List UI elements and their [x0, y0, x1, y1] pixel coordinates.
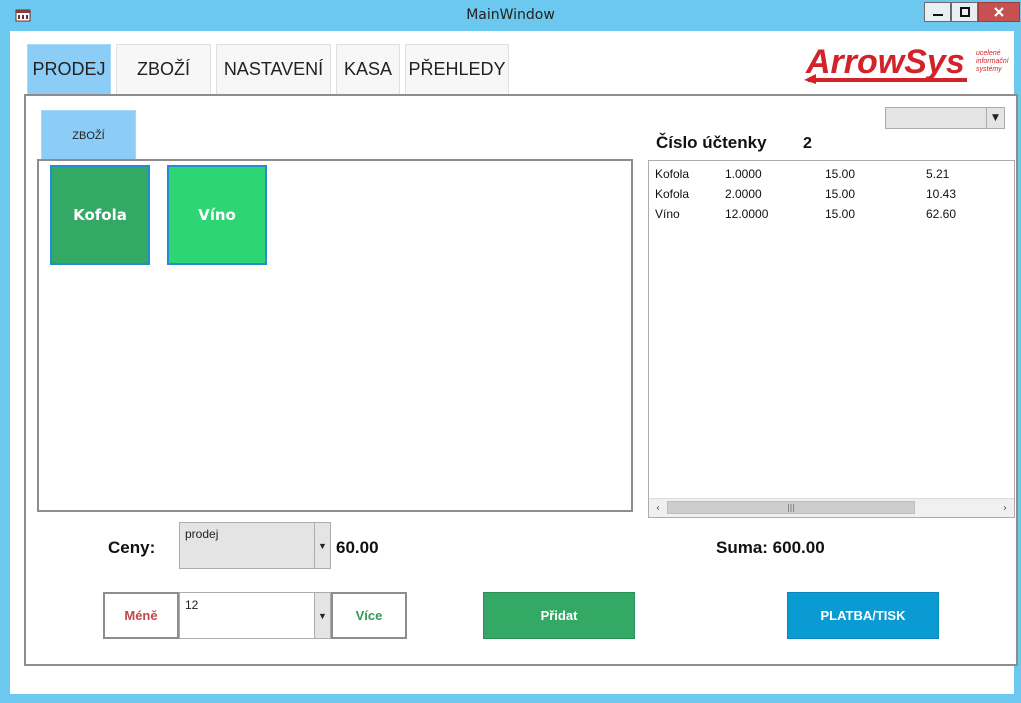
prices-label: Ceny: [108, 538, 156, 557]
receipt-list[interactable]: Kofola 1.0000 15.00 5.21 Kofola 2.0000 1… [648, 160, 1015, 518]
scroll-right-icon[interactable]: › [998, 501, 1012, 515]
app-icon[interactable] [15, 7, 31, 23]
price-type-select[interactable]: prodej ▼ [179, 522, 331, 569]
chevron-down-icon[interactable]: ▼ [314, 593, 330, 638]
chevron-down-icon[interactable]: ▼ [986, 108, 1004, 128]
scrollbar-thumb[interactable]: ||| [667, 501, 915, 514]
minimize-button[interactable] [924, 2, 951, 22]
quantity-select[interactable]: 12 ▼ [179, 592, 331, 639]
product-button-vino[interactable]: Víno [167, 165, 267, 265]
item-qty: 12.0000 [725, 207, 769, 221]
tab-prehledy[interactable]: PŘEHLEDY [405, 44, 509, 95]
item-name: Kofola [655, 167, 690, 181]
item-vat: 15.00 [825, 167, 856, 181]
item-vat: 15.00 [825, 187, 856, 201]
item-qty: 1.0000 [725, 167, 762, 181]
svg-text:ucelené: ucelené [976, 50, 1001, 57]
item-name: Víno [655, 207, 680, 221]
item-name: Kofola [655, 187, 690, 201]
price-value: 60.00 [336, 538, 379, 557]
window-title: MainWindow [466, 7, 555, 23]
close-icon [994, 7, 1004, 17]
receipt-number: 2 [803, 135, 812, 152]
quantity-value: 12 [185, 598, 199, 612]
add-button[interactable]: Přidat [483, 592, 635, 639]
svg-text:systémy: systémy [976, 66, 1002, 73]
receipt-select[interactable]: ▼ [885, 107, 1005, 129]
svg-text:informační: informační [976, 58, 1010, 65]
scroll-left-icon[interactable]: ‹ [651, 501, 665, 515]
more-button[interactable]: Více [331, 592, 407, 639]
item-price: 10.43 [926, 187, 957, 201]
close-button[interactable] [978, 2, 1020, 22]
maximize-icon [959, 7, 970, 17]
price-type-value: prodej [185, 527, 219, 541]
product-button-kofola[interactable]: Kofola [50, 165, 150, 265]
horizontal-scrollbar[interactable]: ‹ ||| › [649, 498, 1014, 517]
maximize-button[interactable] [951, 2, 978, 22]
item-qty: 2.0000 [725, 187, 762, 201]
tab-nastaveni[interactable]: NASTAVENÍ [216, 44, 331, 95]
chevron-down-icon[interactable]: ▼ [314, 523, 330, 568]
tab-kasa[interactable]: KASA [336, 44, 400, 95]
tab-zbozi[interactable]: ZBOŽÍ [116, 44, 211, 95]
minimize-icon [932, 14, 943, 16]
less-button[interactable]: Méně [103, 592, 179, 639]
window-frame-bottom [0, 694, 1021, 703]
item-vat: 15.00 [825, 207, 856, 221]
item-price: 5.21 [926, 167, 950, 181]
receipt-number-label: Číslo účtenky [656, 133, 767, 152]
svg-text:ArrowSys: ArrowSys [805, 43, 965, 81]
tab-prodej[interactable]: PRODEJ [27, 44, 111, 95]
pay-print-button[interactable]: PLATBA/TISK [787, 592, 939, 639]
item-price: 62.60 [926, 207, 957, 221]
window-frame-left [0, 31, 10, 703]
subtab-zbozi[interactable]: ZBOŽÍ [41, 110, 136, 160]
sum-total: Suma: 600.00 [716, 538, 825, 557]
arrowsys-logo: ArrowSys ucelené informační systémy [802, 38, 1014, 84]
